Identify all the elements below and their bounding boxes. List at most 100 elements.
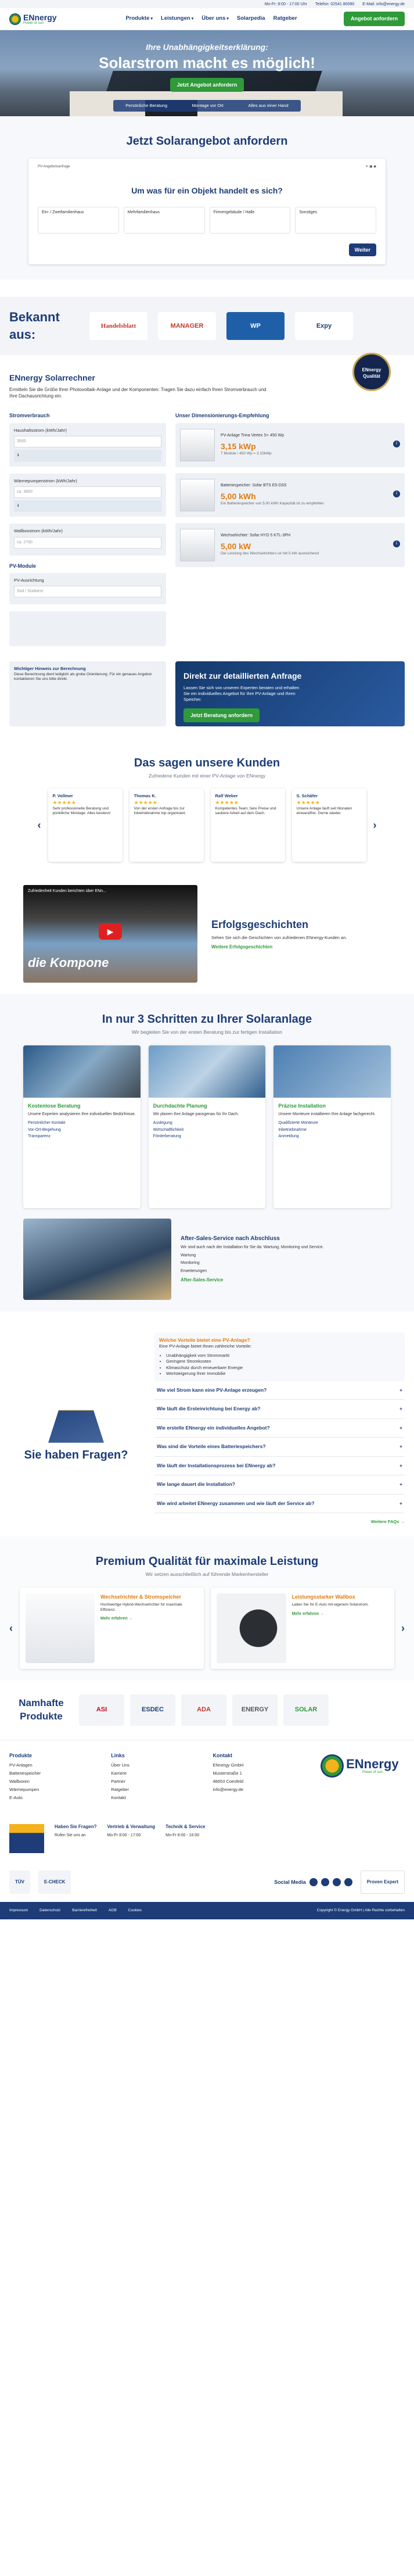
product-inverter: Wechselrichter: Sofar HYD 5 KTL-3PH 5,00 … (175, 522, 405, 567)
main-nav: Produkte ▾ Leistungen ▾ Über uns ▾ Solarped… (79, 15, 344, 23)
product-value: 3,15 kWp (221, 441, 256, 451)
step-card: Kostenlose Beratung Unsere Experten analy… (23, 1045, 141, 1208)
form-next-button[interactable]: Weiter (348, 243, 376, 256)
step-image (148, 1045, 266, 1098)
product-link[interactable]: Mehr erfahren → (292, 1611, 369, 1617)
heatpump-input[interactable]: ca. 3800 (14, 486, 161, 498)
field-label: Haushaltsstrom (kWh/Jahr) (14, 427, 67, 433)
footer-link[interactable]: Wärmepumpen (9, 1787, 99, 1793)
footer-contact-row: Haben Sie Fragen? Rufen Sie uns an Vertri… (0, 1815, 414, 1862)
footer-link[interactable]: Batteriespeicher (9, 1771, 99, 1776)
faq-item[interactable]: Wie läuft der Installationsprozess bei E… (154, 1457, 405, 1476)
option-firmengebaeude[interactable]: Firmengebäude / Halle (209, 206, 291, 234)
hero-offer-button[interactable]: Jetzt Angebot anfordern (170, 77, 244, 92)
brand-logo[interactable]: ENnergy Power of sun (9, 13, 79, 25)
play-icon[interactable]: ▶ (99, 923, 122, 940)
star-rating-icon: ★★★★★ (296, 800, 320, 806)
linkedin-icon[interactable] (344, 1878, 352, 1887)
bottom-link[interactable]: Datenschutz (39, 1908, 60, 1914)
solar-illustration (9, 1824, 44, 1854)
nav-leistungen[interactable]: Leistungen ▾ (161, 15, 193, 23)
footer-link[interactable]: Karriere (111, 1771, 201, 1776)
more-stories-link[interactable]: Weitere Erfolgsgeschichten (211, 944, 347, 951)
extra-options-panel[interactable] (9, 611, 166, 646)
press-logo: Expy (295, 312, 353, 340)
bottom-link[interactable]: Impressum (9, 1908, 28, 1914)
youtube-icon[interactable] (332, 1878, 341, 1887)
faq-item[interactable]: Wie wird arbeitet ENnergy zusammen und w… (154, 1495, 405, 1514)
plus-icon: + (399, 1462, 402, 1468)
chevron-right-icon[interactable]: › (373, 818, 377, 832)
footer-link[interactable]: Partner (111, 1779, 201, 1785)
header-offer-button[interactable]: Angebot anfordern (344, 12, 405, 26)
consumption-heading: Stromverbrauch (9, 413, 50, 419)
product-link[interactable]: Mehr erfahren → (100, 1616, 197, 1621)
quality-badge: ENnergy Qualität (352, 353, 391, 391)
footer-link[interactable]: Über Uns (111, 1762, 201, 1768)
household-panel: Haushaltsstrom (kWh/Jahr) 3500 ℹ (9, 422, 166, 467)
press-logo: MANAGER (158, 312, 216, 340)
chevron-down-icon: ▾ (191, 17, 194, 22)
product-card: Leistungsstarker Wallbox Laden Sie Ihr E-… (210, 1587, 394, 1669)
footer-link[interactable]: Ratgeber (111, 1787, 201, 1793)
nav-ueber-uns[interactable]: Über uns ▾ (201, 15, 229, 23)
products-title: Premium Qualität für maximale Leistung (95, 1555, 319, 1568)
footer-link[interactable]: E-Auto (9, 1795, 99, 1801)
wallbox-panel: Wallboxstrom (kWh/Jahr) ca. 2700 (9, 524, 166, 556)
after-sales-link[interactable]: After-Sales-Service (181, 1277, 323, 1284)
bottom-link[interactable]: Cookies (128, 1908, 142, 1914)
pv-heading: PV-Module (9, 563, 37, 569)
chevron-left-icon[interactable]: ‹ (38, 818, 41, 832)
facebook-icon[interactable] (309, 1878, 318, 1887)
info-icon[interactable]: i (393, 540, 400, 547)
nav-solarpedia[interactable]: Solarpedia (237, 15, 265, 23)
email-link[interactable]: E-Mail: info@energy.de (362, 2, 405, 8)
brands-title: Namhafte Produkte (19, 1697, 64, 1722)
steps-title: In nur 3 Schritten zu Ihrer Solaranlage (102, 1013, 312, 1026)
faq-item[interactable]: Wie erstelle ENnergy ein individuelles A… (154, 1419, 405, 1438)
pv-orientation-select[interactable]: Süd / Südwest (14, 585, 161, 597)
bottom-link[interactable]: Barrierefreiheit (72, 1908, 97, 1914)
chevron-left-icon[interactable]: ‹ (9, 1621, 13, 1635)
faq-item[interactable]: Was sind die Vorteile eines Batteriespei… (154, 1438, 405, 1457)
faq-item[interactable]: Wie viel Strom kann eine PV-Anlage erzeu… (154, 1381, 405, 1400)
brand-logo: SOLAR (283, 1694, 329, 1726)
chevron-right-icon[interactable]: › (401, 1621, 405, 1635)
faq-item[interactable]: Wie lange dauert die Installation? + (154, 1475, 405, 1495)
option-sonstiges[interactable]: Sonstiges (295, 206, 376, 234)
info-note: ℹ (14, 449, 161, 462)
step-card: Durchdachte Planung Wir planen Ihre Anlag… (148, 1045, 266, 1208)
video-section: Zufriedenheit Kunden berichten über ENn.… (0, 873, 414, 994)
form-partner-logos: ☀ ▣ ◆ (365, 165, 376, 169)
review-card: Ralf Weber ★★★★★ Kompetentes Team, faire P… (210, 789, 285, 862)
info-icon[interactable]: i (393, 440, 400, 447)
nav-ratgeber[interactable]: Ratgeber (273, 15, 297, 23)
faq-item[interactable]: Wie läuft die Ersteinrichtung bei Energy… (154, 1400, 405, 1419)
footer-email-link[interactable]: info@energy.de (213, 1787, 303, 1793)
wallbox-input[interactable]: ca. 2700 (14, 536, 161, 549)
info-icon[interactable]: i (393, 490, 400, 497)
footer-link[interactable]: PV-Anlagen (9, 1762, 99, 1768)
proven-expert-badge: Proven Expert (360, 1871, 405, 1894)
faq-item-open[interactable]: Welche Vorteile bietet eine PV-Anlage? E… (154, 1332, 405, 1381)
usp-item: Montage vor Ort (192, 102, 224, 108)
nav-produkte[interactable]: Produkte ▾ (125, 15, 153, 23)
household-input[interactable]: 3500 (14, 435, 161, 447)
footer-link[interactable]: Wallboxen (9, 1779, 99, 1785)
option-einfamilienhaus[interactable]: Ein- / Zweifamilienhaus (38, 206, 119, 234)
star-rating-icon: ★★★★★ (52, 800, 76, 806)
footer-link[interactable]: Kontakt (111, 1795, 201, 1801)
option-mehrfamilienhaus[interactable]: Mehrfamilienhaus (123, 206, 205, 234)
inverter-image (180, 528, 215, 561)
brand-logo: ESDEC (130, 1694, 175, 1726)
plus-icon: + (399, 1424, 402, 1431)
field-label: PV-Ausrichtung (14, 577, 44, 583)
video-player[interactable]: Zufriedenheit Kunden berichten über ENn.… (23, 885, 197, 983)
instagram-icon[interactable] (321, 1878, 329, 1887)
consultation-button[interactable]: Jetzt Beratung anfordern (183, 708, 260, 723)
review-card: Thomas K. ★★★★★ Von der ersten Anfrage bis… (129, 789, 204, 862)
bottom-link[interactable]: AGB (109, 1908, 117, 1914)
more-faq-link[interactable]: Weitere FAQs → (154, 1519, 405, 1525)
phone-link[interactable]: Telefon: 02541 80090 (315, 2, 354, 8)
video-text: Sehen Sie sich die Geschichten von zufri… (211, 934, 347, 940)
